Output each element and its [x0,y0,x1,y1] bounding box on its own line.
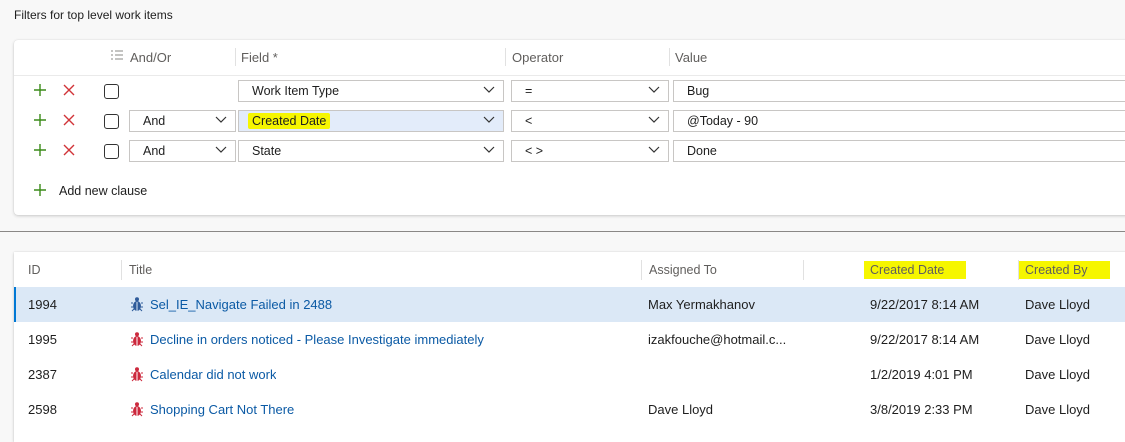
delete-clause-icon[interactable] [61,82,77,98]
chevron-down-icon [215,116,227,123]
chevron-down-icon [648,86,660,93]
column-separator [235,48,236,66]
and-or-dropdown[interactable]: And [129,140,236,162]
operator-dropdown[interactable]: = [511,80,669,102]
field-value: Work Item Type [252,84,340,98]
filter-clause-row: And State < > Done [14,140,1125,164]
plus-icon [34,184,46,196]
header-and-or: And/Or [130,50,172,65]
filter-clause-row: And Created Date < @Today - 90 [14,110,1125,134]
value-text: @Today - 90 [687,114,759,128]
field-dropdown[interactable]: Created Date [238,110,504,132]
created-by-highlight: Created By [1019,261,1110,279]
filter-header: And/Or Field * Operator Value [14,40,1125,76]
bug-icon [131,332,143,347]
add-new-clause-label: Add new clause [59,184,148,198]
bug-icon [131,367,143,382]
bug-icon [131,402,143,417]
clause-checkbox[interactable] [104,144,119,159]
add-clause-icon[interactable] [32,142,48,158]
operator-dropdown[interactable]: < [511,110,669,132]
table-row[interactable]: 1995 Decline in orders noticed - Please … [14,322,1125,357]
section-title: Filters for top level work items [14,8,173,22]
filter-clause-row: Work Item Type = Bug [14,80,1125,104]
cell-assigned-to: Max Yermakhanov [648,297,755,312]
cell-created-date: 9/22/2017 8:14 AM [870,297,980,312]
column-separator[interactable] [803,260,804,280]
operator-value: < > [525,144,544,158]
cell-created-date: 3/8/2019 2:33 PM [870,402,973,417]
operator-value: < [525,114,533,128]
field-dropdown[interactable]: Work Item Type [238,80,504,102]
cell-title-link[interactable]: Decline in orders noticed - Please Inves… [150,332,484,347]
value-text: Bug [687,84,710,98]
cell-created-by: Dave Lloyd [1025,367,1091,382]
cell-title-link[interactable]: Sel_IE_Navigate Failed in 2488 [150,297,332,312]
delete-clause-icon[interactable] [61,142,77,158]
field-value: State [252,144,282,158]
column-separator [669,48,670,66]
chevron-down-icon [483,86,495,93]
list-icon [111,50,123,60]
header-value: Value [675,50,708,65]
delete-clause-icon[interactable] [61,112,77,128]
cell-id: 1994 [28,297,57,312]
created-date-highlight: Created Date [864,261,967,279]
chevron-down-icon [483,146,495,153]
table-row[interactable]: 2387 Calendar did not work 1/2/2019 4:01… [14,357,1125,392]
add-clause-icon[interactable] [32,82,48,98]
chevron-down-icon [648,116,660,123]
header-assigned-to[interactable]: Assigned To [649,263,717,277]
results-header: ID Title Assigned To Created Date Create… [14,252,1125,287]
bug-icon [131,297,143,312]
header-created-date[interactable]: Created Date [864,261,967,279]
chevron-down-icon [648,146,660,153]
field-value: Created Date [248,113,331,129]
operator-dropdown[interactable]: < > [511,140,669,162]
add-clause-icon[interactable] [32,112,48,128]
header-title[interactable]: Title [129,263,152,277]
chevron-down-icon [483,116,495,123]
section-divider [0,231,1125,232]
table-row[interactable]: 1994 Sel_IE_Navigate Failed in 2488 Max … [14,287,1125,322]
cell-assigned-to: Dave Lloyd [648,402,714,417]
chevron-down-icon [215,146,227,153]
field-dropdown[interactable]: State [238,140,504,162]
and-or-value: And [143,144,166,158]
value-field[interactable]: Done [673,140,1125,162]
column-separator[interactable] [121,260,122,280]
filter-panel: And/Or Field * Operator Value Work Item … [14,40,1125,215]
value-field[interactable]: @Today - 90 [673,110,1125,132]
header-created-by[interactable]: Created By [1019,261,1110,279]
and-or-dropdown[interactable]: And [129,110,236,132]
value-field[interactable]: Bug [673,80,1125,102]
and-or-value: And [143,114,166,128]
cell-title-link[interactable]: Calendar did not work [150,367,276,382]
cell-assigned-to: izakfouche@hotmail.c... [648,332,787,347]
cell-created-date: 1/2/2019 4:01 PM [870,367,973,382]
operator-value: = [525,84,533,98]
cell-id: 1995 [28,332,57,347]
results-grid: ID Title Assigned To Created Date Create… [14,252,1125,442]
cell-title-link[interactable]: Shopping Cart Not There [150,402,294,417]
cell-id: 2387 [28,367,57,382]
cell-created-by: Dave Lloyd [1025,297,1091,312]
header-operator: Operator [512,50,564,65]
cell-created-by: Dave Lloyd [1025,402,1091,417]
table-row[interactable]: 2598 Shopping Cart Not There Dave Lloyd … [14,392,1125,427]
value-text: Done [687,144,717,158]
clause-checkbox[interactable] [104,114,119,129]
cell-id: 2598 [28,402,57,417]
cell-created-by: Dave Lloyd [1025,332,1091,347]
cell-created-date: 9/22/2017 8:14 AM [870,332,980,347]
header-field: Field * [241,50,278,65]
column-separator[interactable] [641,260,642,280]
clause-checkbox[interactable] [104,84,119,99]
header-id[interactable]: ID [28,263,41,277]
column-separator [505,48,506,66]
